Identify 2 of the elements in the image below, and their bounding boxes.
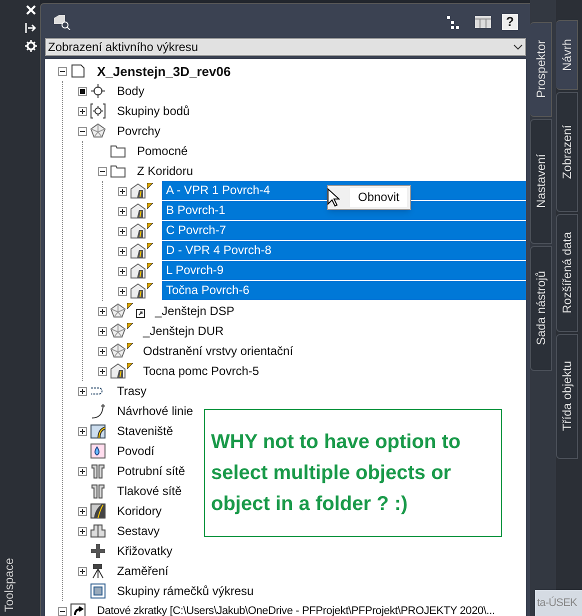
note-box: WHY not to have option to select multiple objects or object in a folder ? :) — [204, 409, 502, 537]
palette-title: Toolspace — [1, 558, 14, 612]
